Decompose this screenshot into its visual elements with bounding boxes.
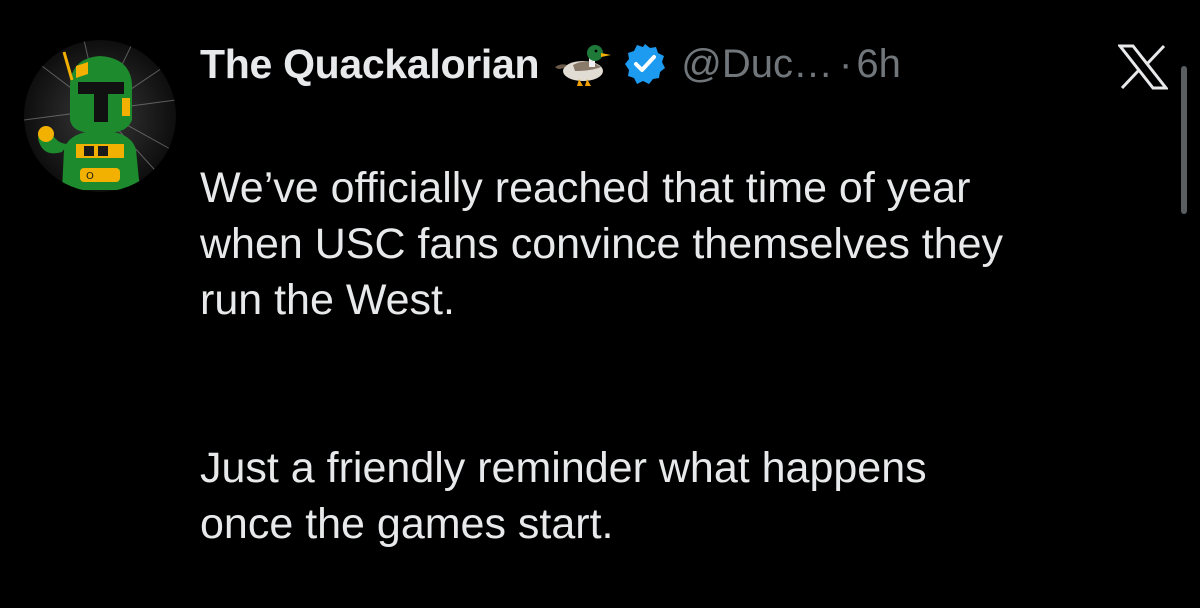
- tweet-paragraph: We’ve officially reached that time of ye…: [200, 164, 1004, 324]
- mandalorian-duck-avatar-icon: O: [24, 40, 176, 192]
- avatar[interactable]: O: [24, 40, 176, 192]
- tweet-text: We’ve officially reached that time of ye…: [200, 104, 1160, 608]
- scrollbar[interactable]: [1181, 66, 1187, 214]
- timestamp[interactable]: 6h: [856, 42, 901, 87]
- display-name[interactable]: The Quackalorian: [200, 41, 540, 88]
- x-logo-icon: [1116, 44, 1170, 90]
- tweet[interactable]: O The Quackalorian @Duc… · 6h We’ve offi…: [0, 0, 1200, 557]
- verified-badge-icon: [623, 42, 667, 86]
- duck-icon: [551, 41, 612, 87]
- tweet-paragraph: Just a friendly reminder what happens on…: [200, 444, 927, 548]
- tweet-header: The Quackalorian @Duc… · 6h: [200, 34, 901, 94]
- user-handle[interactable]: @Duc…: [681, 42, 833, 87]
- svg-text:O: O: [86, 171, 94, 182]
- separator-dot: ·: [839, 41, 853, 86]
